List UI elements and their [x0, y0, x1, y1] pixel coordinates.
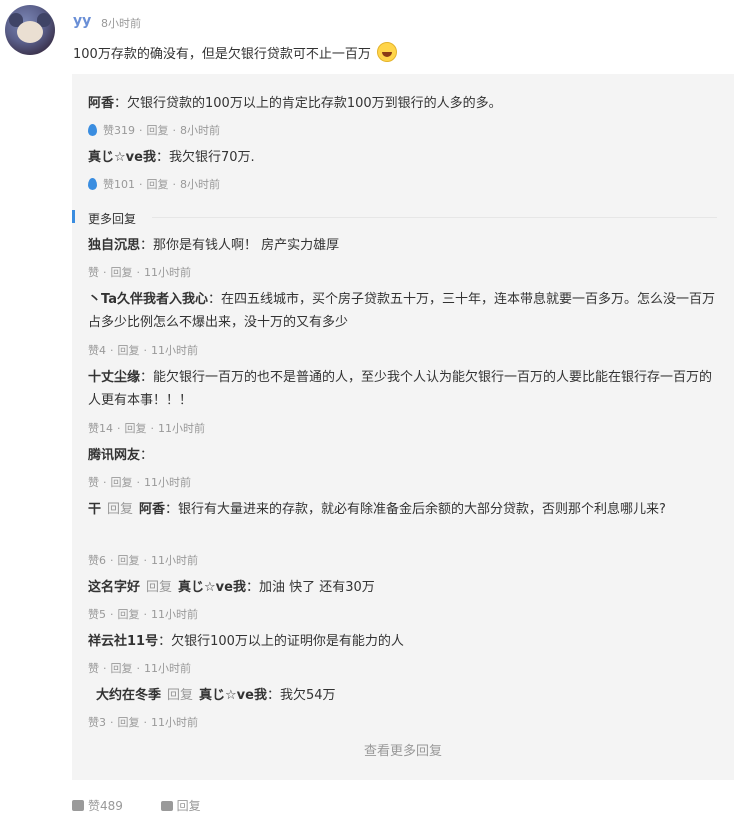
reply-text: ：银行有大量进来的存款，就必有除准备金后余额的大部分贷款，否则那个利息哪儿来?	[165, 502, 666, 517]
reply-item: 阿香：欠银行贷款的100万以上的肯定比存款100万到银行的人多的多。	[88, 92, 723, 115]
reply-link[interactable]: 回复	[147, 178, 169, 191]
reply-meta: 赞4 · 回复 · 11小时前	[88, 344, 198, 357]
avatar-face	[17, 21, 43, 43]
more-replies-header: 更多回复	[72, 210, 722, 226]
user-avatar[interactable]	[5, 5, 55, 55]
reply-text: ：欠银行贷款的100万以上的肯定比存款100万到银行的人多的多。	[114, 96, 502, 111]
footer-reply-button[interactable]: 回复	[177, 799, 201, 813]
reply-meta: 赞5 · 回复 · 11小时前	[88, 608, 198, 621]
reply-author[interactable]: 独自沉思	[88, 238, 140, 253]
reply-author[interactable]: 干	[88, 502, 101, 517]
like-drop-icon[interactable]	[88, 178, 97, 190]
laughing-with-tears-emoji	[376, 42, 397, 62]
reply-item: 大约在冬季 回复 真じ☆ve我：我欠54万	[96, 684, 731, 707]
reply-item: 腾讯网友：	[88, 444, 723, 467]
reply-text: ：能欠银行一百万的也不是普通的人，至少我个人认为能欠银行一百万的人要比能在银行存…	[88, 370, 713, 408]
reply-link[interactable]: 回复	[111, 662, 133, 675]
reply-meta: 赞319 · 回复 · 8小时前	[88, 122, 220, 138]
thumbs-up-icon[interactable]	[72, 800, 84, 811]
like-count[interactable]: 赞	[88, 266, 99, 279]
reply-time: 11小时前	[151, 716, 198, 729]
reply-time: 11小时前	[158, 422, 205, 435]
reply-time: 11小时前	[144, 476, 191, 489]
like-count[interactable]: 赞101	[103, 178, 135, 191]
comment-bubble-icon[interactable]	[160, 801, 173, 811]
reply-time: 11小时前	[144, 662, 191, 675]
reply-word: 回复	[107, 502, 134, 517]
reply-text: ：	[140, 448, 154, 463]
like-count[interactable]: 赞3	[88, 716, 106, 729]
reply-target[interactable]: 阿香	[139, 502, 165, 517]
reply-author[interactable]: 十丈尘缘	[88, 370, 140, 385]
like-count[interactable]: 赞	[88, 476, 99, 489]
reply-text: ：我欠54万	[266, 688, 336, 703]
like-count[interactable]: 赞5	[88, 608, 106, 621]
comment-content: 100万存款的确没有，但是欠银行贷款可不止一百万	[73, 42, 397, 62]
divider	[152, 217, 717, 218]
like-count[interactable]: 赞14	[88, 422, 113, 435]
reply-meta: 赞3 · 回复 · 11小时前	[88, 716, 198, 729]
reply-item: 十丈尘缘：能欠银行一百万的也不是普通的人，至少我个人认为能欠银行一百万的人要比能…	[88, 366, 723, 412]
reply-meta: 赞14 · 回复 · 11小时前	[88, 422, 205, 435]
reply-link[interactable]: 回复	[118, 608, 140, 621]
reply-word: 回复	[167, 688, 194, 703]
reply-time: 11小时前	[144, 266, 191, 279]
comment-username[interactable]: yy	[73, 13, 91, 29]
reply-author[interactable]: 丶Ta久伴我者入我心	[88, 292, 208, 307]
reply-text: ：加油 快了 还有30万	[245, 580, 375, 595]
like-count[interactable]: 赞	[88, 662, 99, 675]
reply-meta: 赞 · 回复 · 11小时前	[88, 476, 191, 489]
reply-time: 11小时前	[151, 554, 198, 567]
reply-link[interactable]: 回复	[147, 124, 169, 137]
reply-box: 阿香：欠银行贷款的100万以上的肯定比存款100万到银行的人多的多。 赞319 ·…	[72, 74, 734, 780]
reply-target[interactable]: 真じ☆ve我	[199, 688, 267, 703]
reply-author[interactable]: 这名字好	[88, 580, 140, 595]
reply-item: 独自沉思：那你是有钱人啊！ 房产实力雄厚	[88, 234, 723, 257]
section-bar	[72, 210, 75, 223]
reply-meta: 赞 · 回复 · 11小时前	[88, 266, 191, 279]
reply-item: 这名字好 回复 真じ☆ve我：加油 快了 还有30万	[88, 576, 723, 599]
reply-link[interactable]: 回复	[111, 266, 133, 279]
reply-item: 干回复 阿香：银行有大量进来的存款，就必有除准备金后余额的大部分贷款，否则那个利息…	[88, 498, 723, 521]
like-drop-icon[interactable]	[88, 124, 97, 136]
comment-text: 100万存款的确没有，但是欠银行贷款可不止一百万	[73, 47, 371, 62]
reply-time: 11小时前	[151, 608, 198, 621]
reply-meta: 赞 · 回复 · 11小时前	[88, 662, 191, 675]
reply-link[interactable]: 回复	[118, 716, 140, 729]
reply-word: 回复	[146, 580, 173, 595]
reply-link[interactable]: 回复	[118, 554, 140, 567]
reply-item: 祥云社11号：欠银行100万以上的证明你是有能力的人	[88, 630, 723, 653]
like-count[interactable]: 赞4	[88, 344, 106, 357]
view-more-replies-button[interactable]: 查看更多回复	[72, 740, 734, 759]
reply-text: ：我欠银行70万.	[155, 150, 255, 165]
footer-like-count[interactable]: 赞489	[88, 799, 123, 813]
comment-time: 8小时前	[101, 17, 141, 30]
more-replies-label: 更多回复	[88, 212, 137, 226]
reply-author[interactable]: 腾讯网友	[88, 448, 140, 463]
like-count[interactable]: 赞319	[103, 124, 135, 137]
comment-footer: 赞489 回复	[72, 797, 201, 814]
like-count[interactable]: 赞6	[88, 554, 106, 567]
reply-time: 8小时前	[180, 178, 220, 191]
reply-target[interactable]: 真じ☆ve我	[178, 580, 246, 595]
reply-link[interactable]: 回复	[111, 476, 133, 489]
reply-text: ：那你是有钱人啊！ 房产实力雄厚	[140, 238, 340, 253]
reply-link[interactable]: 回复	[125, 422, 147, 435]
reply-item: 丶Ta久伴我者入我心：在四五线城市，买个房子贷款五十万，三十年，连本带息就要一百…	[88, 288, 723, 334]
reply-meta: 赞101 · 回复 · 8小时前	[88, 176, 220, 192]
reply-item: 真じ☆ve我：我欠银行70万.	[88, 146, 723, 169]
reply-author[interactable]: 祥云社11号	[88, 634, 158, 649]
reply-time: 8小时前	[180, 124, 220, 137]
reply-link[interactable]: 回复	[118, 344, 140, 357]
reply-author[interactable]: 真じ☆ve我	[88, 150, 156, 165]
reply-author[interactable]: 大约在冬季	[96, 688, 161, 703]
reply-meta: 赞6 · 回复 · 11小时前	[88, 554, 198, 567]
reply-time: 11小时前	[151, 344, 198, 357]
reply-author[interactable]: 阿香	[88, 96, 114, 111]
reply-text: ：欠银行100万以上的证明你是有能力的人	[158, 634, 404, 649]
